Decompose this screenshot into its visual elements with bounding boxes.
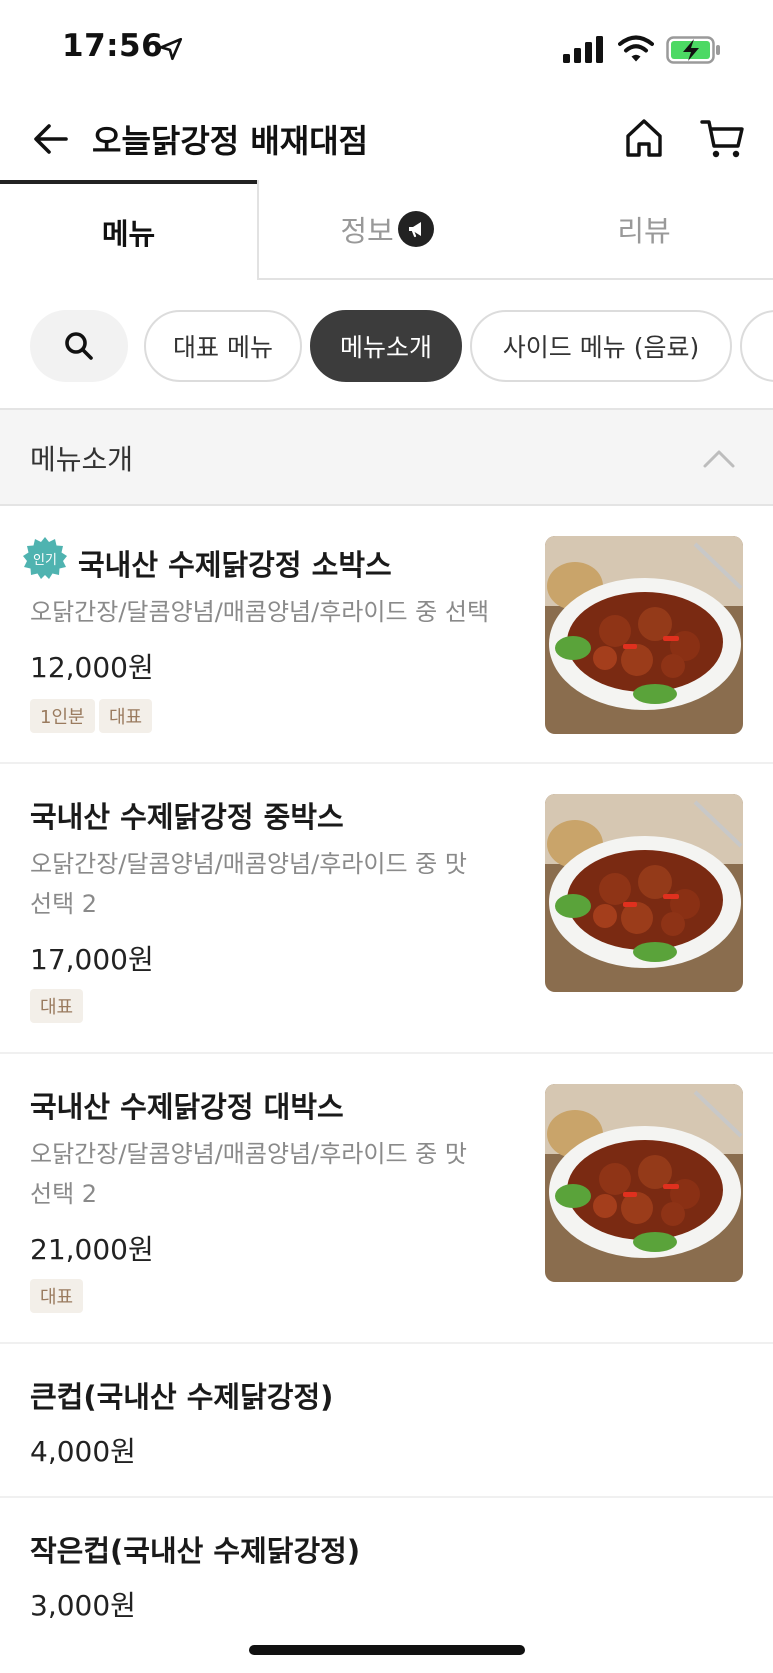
battery-charging-icon bbox=[666, 36, 720, 64]
menu-item[interactable]: 국내산 수제닭강정 소박스 오닭간장/달콤양념/매콤양념/후라이드 중 선택 1… bbox=[0, 506, 773, 764]
menu-item-description-line2: 선택 2 bbox=[30, 890, 98, 918]
menu-item-price: 21,000원 bbox=[30, 1233, 154, 1266]
chip-more[interactable]: 추 bbox=[740, 310, 773, 382]
popular-badge-icon: 인기 bbox=[23, 537, 67, 579]
home-indicator[interactable] bbox=[249, 1645, 525, 1655]
chip-side-menu-drinks[interactable]: 사이드 메뉴 (음료) bbox=[470, 310, 732, 382]
menu-item-name: 큰컵(국내산 수제닭강정) bbox=[30, 1380, 334, 1414]
menu-item-price: 17,000원 bbox=[30, 943, 154, 976]
menu-item-description: 오닭간장/달콤양념/매콤양념/후라이드 중 선택 bbox=[30, 598, 490, 626]
chevron-up-icon[interactable] bbox=[700, 444, 738, 472]
menu-item-description: 오닭간장/달콤양념/매콤양념/후라이드 중 맛 bbox=[30, 850, 467, 878]
status-bar: 17:56 bbox=[0, 0, 773, 100]
cart-icon[interactable] bbox=[700, 116, 746, 160]
tag-signature: 대표 bbox=[30, 1279, 84, 1313]
tab-review-label: 리뷰 bbox=[617, 214, 671, 248]
back-arrow-icon[interactable] bbox=[30, 118, 72, 160]
tab-info[interactable]: 정보 bbox=[257, 180, 515, 280]
chip-label: 메뉴소개 bbox=[339, 333, 432, 362]
tag-signature: 대표 bbox=[99, 699, 153, 733]
tab-review[interactable]: 리뷰 bbox=[515, 180, 773, 280]
menu-item[interactable]: 큰컵(국내산 수제닭강정) 4,000원 bbox=[0, 1344, 773, 1498]
section-title: 메뉴소개 bbox=[30, 443, 134, 476]
menu-item[interactable]: 국내산 수제닭강정 대박스 오닭간장/달콤양념/매콤양념/후라이드 중 맛 선택… bbox=[0, 1054, 773, 1344]
chip-menu-intro[interactable]: 메뉴소개 bbox=[310, 310, 462, 382]
tab-info-label: 정보 bbox=[340, 214, 394, 248]
menu-item-image bbox=[545, 794, 743, 992]
menu-item-image bbox=[545, 1084, 743, 1282]
tab-menu[interactable]: 메뉴 bbox=[0, 180, 257, 280]
store-title: 오늘닭강정 배재대점 bbox=[92, 122, 369, 160]
tab-menu-label: 메뉴 bbox=[101, 217, 156, 251]
wifi-icon bbox=[618, 35, 654, 62]
menu-item-price: 12,000원 bbox=[30, 651, 154, 684]
menu-item[interactable]: 국내산 수제닭강정 중박스 오닭간장/달콤양념/매콤양념/후라이드 중 맛 선택… bbox=[0, 764, 773, 1054]
tag-signature: 대표 bbox=[30, 989, 84, 1023]
search-icon bbox=[65, 332, 93, 360]
menu-item-description: 오닭간장/달콤양념/매콤양념/후라이드 중 맛 bbox=[30, 1140, 467, 1168]
megaphone-icon bbox=[397, 211, 434, 247]
chip-label: 사이드 메뉴 (음료) bbox=[502, 333, 700, 362]
home-icon[interactable] bbox=[622, 116, 666, 160]
menu-item-description-line2: 선택 2 bbox=[30, 1180, 98, 1208]
section-header[interactable]: 메뉴소개 bbox=[0, 408, 773, 506]
menu-item-name: 국내산 수제닭강정 중박스 bbox=[30, 800, 344, 834]
menu-item-name: 작은컵(국내산 수제닭강정) bbox=[30, 1534, 361, 1568]
store-tabs: 메뉴 정보 리뷰 bbox=[0, 180, 773, 280]
chip-label: 대표 메뉴 bbox=[173, 333, 273, 362]
popular-badge-label: 인기 bbox=[33, 553, 57, 568]
status-time: 17:56 bbox=[62, 28, 164, 64]
menu-search-button[interactable] bbox=[30, 310, 128, 382]
menu-item-image bbox=[545, 536, 743, 734]
menu-item[interactable]: 작은컵(국내산 수제닭강정) 3,000원 bbox=[0, 1498, 773, 1652]
cellular-signal-icon bbox=[563, 36, 603, 63]
menu-item-name: 국내산 수제닭강정 대박스 bbox=[30, 1090, 344, 1124]
menu-item-price: 4,000원 bbox=[30, 1435, 136, 1468]
menu-item-price: 3,000원 bbox=[30, 1589, 136, 1622]
tag-serving: 1인분 bbox=[30, 699, 95, 733]
location-arrow-icon bbox=[159, 37, 183, 61]
top-app-bar: 오늘닭강정 배재대점 bbox=[0, 100, 773, 182]
chip-signature-menu[interactable]: 대표 메뉴 bbox=[144, 310, 302, 382]
category-chips: 대표 메뉴 메뉴소개 사이드 메뉴 (음료) 추 bbox=[0, 300, 773, 390]
menu-item-name: 국내산 수제닭강정 소박스 bbox=[78, 548, 392, 582]
